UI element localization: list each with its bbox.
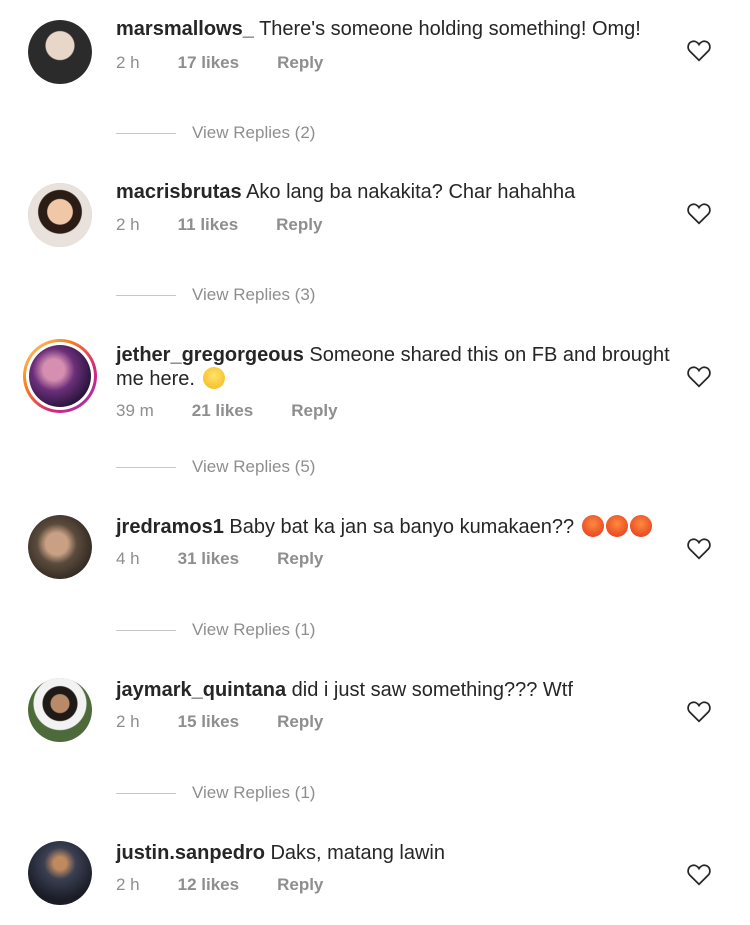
- heart-icon[interactable]: [686, 699, 712, 723]
- laughing-tears-emoji: [202, 367, 225, 389]
- avatar[interactable]: [28, 20, 92, 84]
- view-replies-link[interactable]: View Replies (2): [116, 123, 315, 143]
- likes-count[interactable]: 17 likes: [178, 53, 239, 73]
- view-replies-link[interactable]: View Replies (5): [116, 457, 315, 477]
- avatar[interactable]: [28, 678, 92, 742]
- divider-line: [116, 466, 176, 468]
- username[interactable]: jether_gregorgeous: [116, 344, 304, 366]
- angry-face-emoji: [605, 515, 628, 537]
- reply-button[interactable]: Reply: [277, 712, 323, 732]
- timestamp: 2 h: [116, 712, 140, 731]
- view-replies-link[interactable]: View Replies (3): [116, 285, 315, 305]
- timestamp: 39 m: [116, 401, 154, 420]
- username[interactable]: jredramos1: [116, 516, 224, 538]
- timestamp: 4 h: [116, 549, 140, 568]
- divider-line: [116, 132, 176, 134]
- heart-icon[interactable]: [686, 536, 712, 560]
- divider-line: [116, 629, 176, 631]
- heart-icon[interactable]: [686, 364, 712, 388]
- username[interactable]: justin.sanpedro: [116, 842, 265, 864]
- comment-text: There's someone holding something! Omg!: [259, 18, 641, 40]
- view-replies-label: View Replies (3): [192, 285, 316, 304]
- comment-text: Baby bat ka jan sa banyo kumakaen??: [229, 516, 575, 538]
- angry-face-emoji: [629, 515, 652, 537]
- timestamp: 2 h: [116, 215, 140, 234]
- view-replies-label: View Replies (5): [192, 457, 316, 476]
- reply-button[interactable]: Reply: [277, 875, 323, 895]
- angry-face-emoji: [581, 515, 604, 537]
- heart-icon[interactable]: [686, 862, 712, 886]
- avatar[interactable]: [28, 841, 92, 905]
- heart-icon[interactable]: [686, 201, 712, 225]
- view-replies-link[interactable]: View Replies (1): [116, 620, 315, 640]
- avatar[interactable]: [28, 183, 92, 247]
- view-replies-link[interactable]: View Replies (1): [116, 783, 315, 803]
- divider-line: [116, 294, 176, 296]
- view-replies-label: View Replies (1): [192, 620, 316, 639]
- reply-button[interactable]: Reply: [276, 215, 322, 235]
- heart-icon[interactable]: [686, 38, 712, 62]
- comment-text: did i just saw something??? Wtf: [291, 679, 573, 701]
- reply-button[interactable]: Reply: [277, 549, 323, 569]
- avatar-story-ring[interactable]: [23, 339, 97, 413]
- reply-button[interactable]: Reply: [291, 401, 337, 421]
- likes-count[interactable]: 21 likes: [192, 401, 253, 421]
- likes-count[interactable]: 31 likes: [178, 549, 239, 569]
- comment-text: Ako lang ba nakakita? Char hahahha: [246, 181, 576, 203]
- reply-button[interactable]: Reply: [277, 53, 323, 73]
- username[interactable]: macrisbrutas: [116, 181, 242, 203]
- timestamp: 2 h: [116, 53, 140, 72]
- divider-line: [116, 792, 176, 794]
- view-replies-label: View Replies (1): [192, 783, 316, 802]
- likes-count[interactable]: 15 likes: [178, 712, 239, 732]
- likes-count[interactable]: 11 likes: [178, 215, 239, 235]
- view-replies-label: View Replies (2): [192, 123, 316, 142]
- username[interactable]: jaymark_quintana: [116, 679, 286, 701]
- username[interactable]: marsmallows_: [116, 18, 254, 40]
- comment-text: Daks, matang lawin: [270, 842, 445, 864]
- timestamp: 2 h: [116, 875, 140, 894]
- likes-count[interactable]: 12 likes: [178, 875, 239, 895]
- avatar[interactable]: [28, 515, 92, 579]
